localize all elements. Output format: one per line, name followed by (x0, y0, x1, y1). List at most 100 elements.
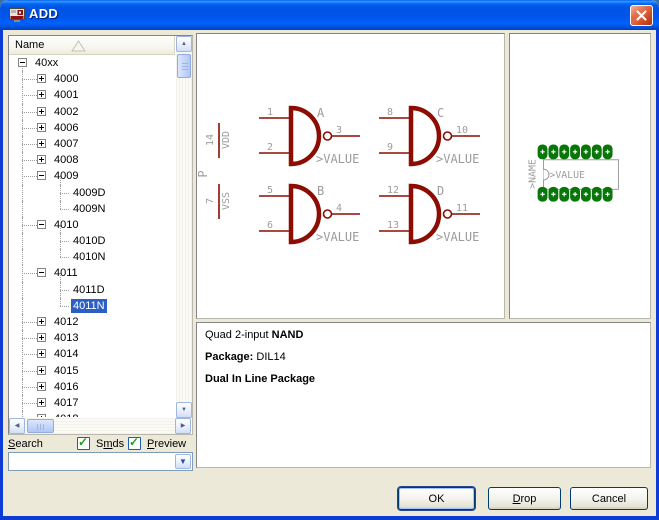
check-icon: ✓ (129, 435, 139, 449)
horizontal-scroll-thumb[interactable] (27, 419, 54, 433)
nand-gate-d: 12 13 11 D >VALUE (379, 184, 480, 244)
tree-item-4017[interactable]: 4017 (9, 395, 175, 411)
expand-toggle[interactable] (37, 90, 46, 99)
tree-item-4006[interactable]: 4006 (9, 120, 175, 136)
tree-connector-line (60, 249, 61, 257)
cancel-button[interactable]: Cancel (570, 487, 648, 510)
tree-item-label[interactable]: 4007 (52, 137, 80, 151)
smds-checkbox[interactable]: ✓ (77, 437, 90, 450)
tree-item-4018[interactable]: 4018 (9, 411, 175, 417)
collapse-toggle[interactable] (37, 220, 46, 229)
tree-item-label[interactable]: 4011N (71, 299, 107, 313)
expand-toggle[interactable] (37, 123, 46, 132)
tree-item-4001[interactable]: 4001 (9, 87, 175, 103)
expand-toggle[interactable] (37, 349, 46, 358)
expand-toggle[interactable] (37, 107, 46, 116)
tree-item-label[interactable]: 40xx (33, 56, 60, 70)
tree-item-4000[interactable]: 4000 (9, 71, 175, 87)
tree-item-4012[interactable]: 4012 (9, 314, 175, 330)
tree-item-4011[interactable]: 4011 (9, 265, 175, 281)
search-combobox[interactable]: ▼ (8, 452, 193, 471)
tree-item-label[interactable]: 4018 (52, 412, 80, 417)
scroll-down-button[interactable]: ▼ (176, 402, 192, 418)
expand-toggle[interactable] (37, 317, 46, 326)
tree-item-4013[interactable]: 4013 (9, 330, 175, 346)
expand-toggle[interactable] (37, 414, 46, 417)
tree-item-4009[interactable]: 4009 (9, 168, 175, 184)
tree-item-4014[interactable]: 4014 (9, 346, 175, 362)
svg-text:A: A (317, 106, 325, 120)
tree-item-4002[interactable]: 4002 (9, 104, 175, 120)
combo-dropdown-button[interactable]: ▼ (175, 454, 191, 469)
tree-item-4008[interactable]: 4008 (9, 152, 175, 168)
symbol-preview-panel: 14 VDD P 7 VSS 1 2 3 A >VALUE (196, 33, 505, 319)
collapse-toggle[interactable] (18, 58, 27, 67)
tree-item-label[interactable]: 4000 (52, 72, 80, 86)
description-text-bold: NAND (272, 329, 304, 341)
scroll-left-button[interactable]: ◀ (9, 418, 25, 434)
tree-item-40xx[interactable]: 40xx (9, 55, 175, 71)
tree-item-4011n[interactable]: 4011N (9, 298, 175, 314)
tree-vertical-scrollbar[interactable]: ▲ ▼ (176, 36, 192, 418)
tree-item-label[interactable]: 4010 (52, 218, 80, 232)
expand-toggle[interactable] (37, 74, 46, 83)
tree-item-4010[interactable]: 4010 (9, 217, 175, 233)
tree-item-label[interactable]: 4010N (71, 250, 107, 264)
scroll-up-button[interactable]: ▲ (176, 36, 192, 52)
drop-button[interactable]: Drop (488, 487, 561, 510)
vertical-scroll-thumb[interactable] (177, 54, 191, 78)
tree-item-label[interactable]: 4013 (52, 331, 80, 345)
collapse-toggle[interactable] (37, 171, 46, 180)
titlebar[interactable]: ADD (0, 0, 659, 30)
tree-item-4007[interactable]: 4007 (9, 136, 175, 152)
tree-item-label[interactable]: 4014 (52, 347, 80, 361)
expand-toggle[interactable] (37, 139, 46, 148)
close-button[interactable] (630, 5, 653, 26)
tree-item-4011d[interactable]: 4011D (9, 282, 175, 298)
tree-item-label[interactable]: 4008 (52, 153, 80, 167)
tree-connector-line (60, 201, 61, 209)
tree-item-4009n[interactable]: 4009N (9, 201, 175, 217)
scroll-right-button[interactable]: ▶ (175, 418, 191, 434)
expand-toggle[interactable] (37, 333, 46, 342)
tree-item-label[interactable]: 4009D (71, 186, 107, 200)
svg-text:5: 5 (267, 185, 273, 196)
tree-item-label[interactable]: 4009N (71, 202, 107, 216)
tree-item-label[interactable]: 4002 (52, 105, 80, 119)
tree-item-4010d[interactable]: 4010D (9, 233, 175, 249)
tree-item-label[interactable]: 4006 (52, 121, 80, 135)
tree-connector-line (60, 290, 69, 291)
tree-item-4015[interactable]: 4015 (9, 363, 175, 379)
tree-item-4016[interactable]: 4016 (9, 379, 175, 395)
expand-toggle[interactable] (37, 155, 46, 164)
thumb-grip (182, 63, 188, 71)
preview-checkbox[interactable]: ✓ (128, 437, 141, 450)
tree-item-label[interactable]: 4012 (52, 315, 80, 329)
tree-item-4010n[interactable]: 4010N (9, 249, 175, 265)
expand-toggle[interactable] (37, 366, 46, 375)
search-input[interactable] (10, 454, 174, 469)
window-border-left (0, 30, 3, 520)
tree-item-label[interactable]: 4017 (52, 396, 80, 410)
tree-item-label[interactable]: 4016 (52, 380, 80, 394)
tree-item-label[interactable]: 4010D (71, 234, 107, 248)
tree-item-4009d[interactable]: 4009D (9, 185, 175, 201)
tree-item-label[interactable]: 4011 (52, 266, 80, 280)
window-border-bottom (0, 516, 659, 520)
svg-text:>NAME: >NAME (528, 159, 539, 189)
smds-label: Smds (96, 438, 124, 450)
tree-item-label[interactable]: 4001 (52, 88, 80, 102)
tree-horizontal-scrollbar[interactable]: ◀ ▶ (9, 418, 191, 434)
expand-toggle[interactable] (37, 398, 46, 407)
collapse-toggle[interactable] (37, 268, 46, 277)
arrow-up-icon: ▲ (181, 41, 187, 47)
tree-column-header-name[interactable]: Name (9, 36, 175, 55)
tree-item-label[interactable]: 4011D (71, 283, 107, 297)
ok-button[interactable]: OK (398, 487, 475, 510)
expand-toggle[interactable] (37, 382, 46, 391)
tree-connector-line (22, 95, 37, 96)
tree-item-label[interactable]: 4015 (52, 364, 80, 378)
tree-item-label[interactable]: 4009 (52, 169, 80, 183)
tree-connector-line (22, 144, 37, 145)
dil14-package: >NAME >VALUE (528, 144, 619, 201)
